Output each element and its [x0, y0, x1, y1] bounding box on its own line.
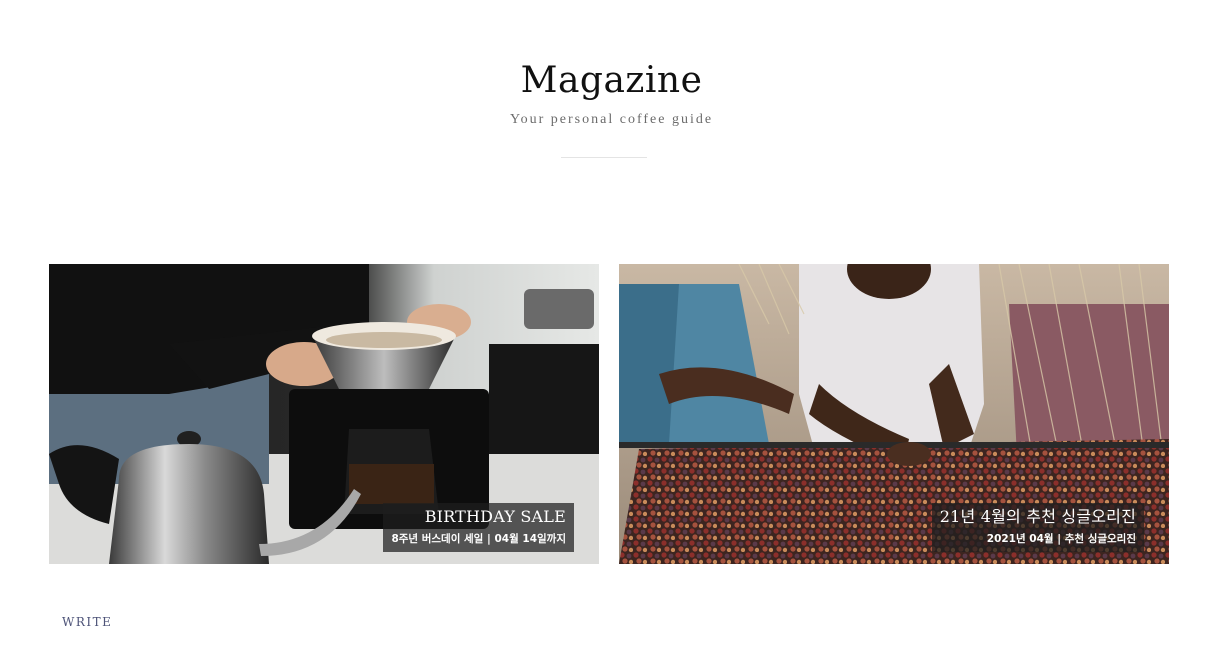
page-title: Magazine — [520, 60, 703, 101]
card-subtitle: 8주년 버스데이 세일 | 04월 14일까지 — [391, 533, 566, 545]
card-caption: 21년 4월의 추천 싱글오리진 2021년 04월 | 추천 싱글오리진 — [931, 503, 1144, 552]
magazine-card-birthday-sale[interactable]: BIRTHDAY SALE 8주년 버스데이 세일 | 04월 14일까지 — [49, 264, 599, 564]
page-subtitle: Your personal coffee guide — [509, 112, 714, 127]
magazine-header: Magazine Your personal coffee guide — [0, 58, 1223, 130]
header-divider — [561, 157, 647, 158]
card-caption: BIRTHDAY SALE 8주년 버스데이 세일 | 04월 14일까지 — [383, 503, 574, 552]
magazine-card-single-origin[interactable]: 21년 4월의 추천 싱글오리진 2021년 04월 | 추천 싱글오리진 — [619, 264, 1169, 564]
card-title: BIRTHDAY SALE — [424, 507, 566, 526]
magazine-page: Magazine Your personal coffee guide BIRT… — [0, 0, 1223, 652]
card-title: 21년 4월의 추천 싱글오리진 — [939, 507, 1136, 526]
write-button[interactable]: WRITE — [62, 615, 112, 629]
card-subtitle: 2021년 04월 | 추천 싱글오리진 — [986, 533, 1136, 545]
